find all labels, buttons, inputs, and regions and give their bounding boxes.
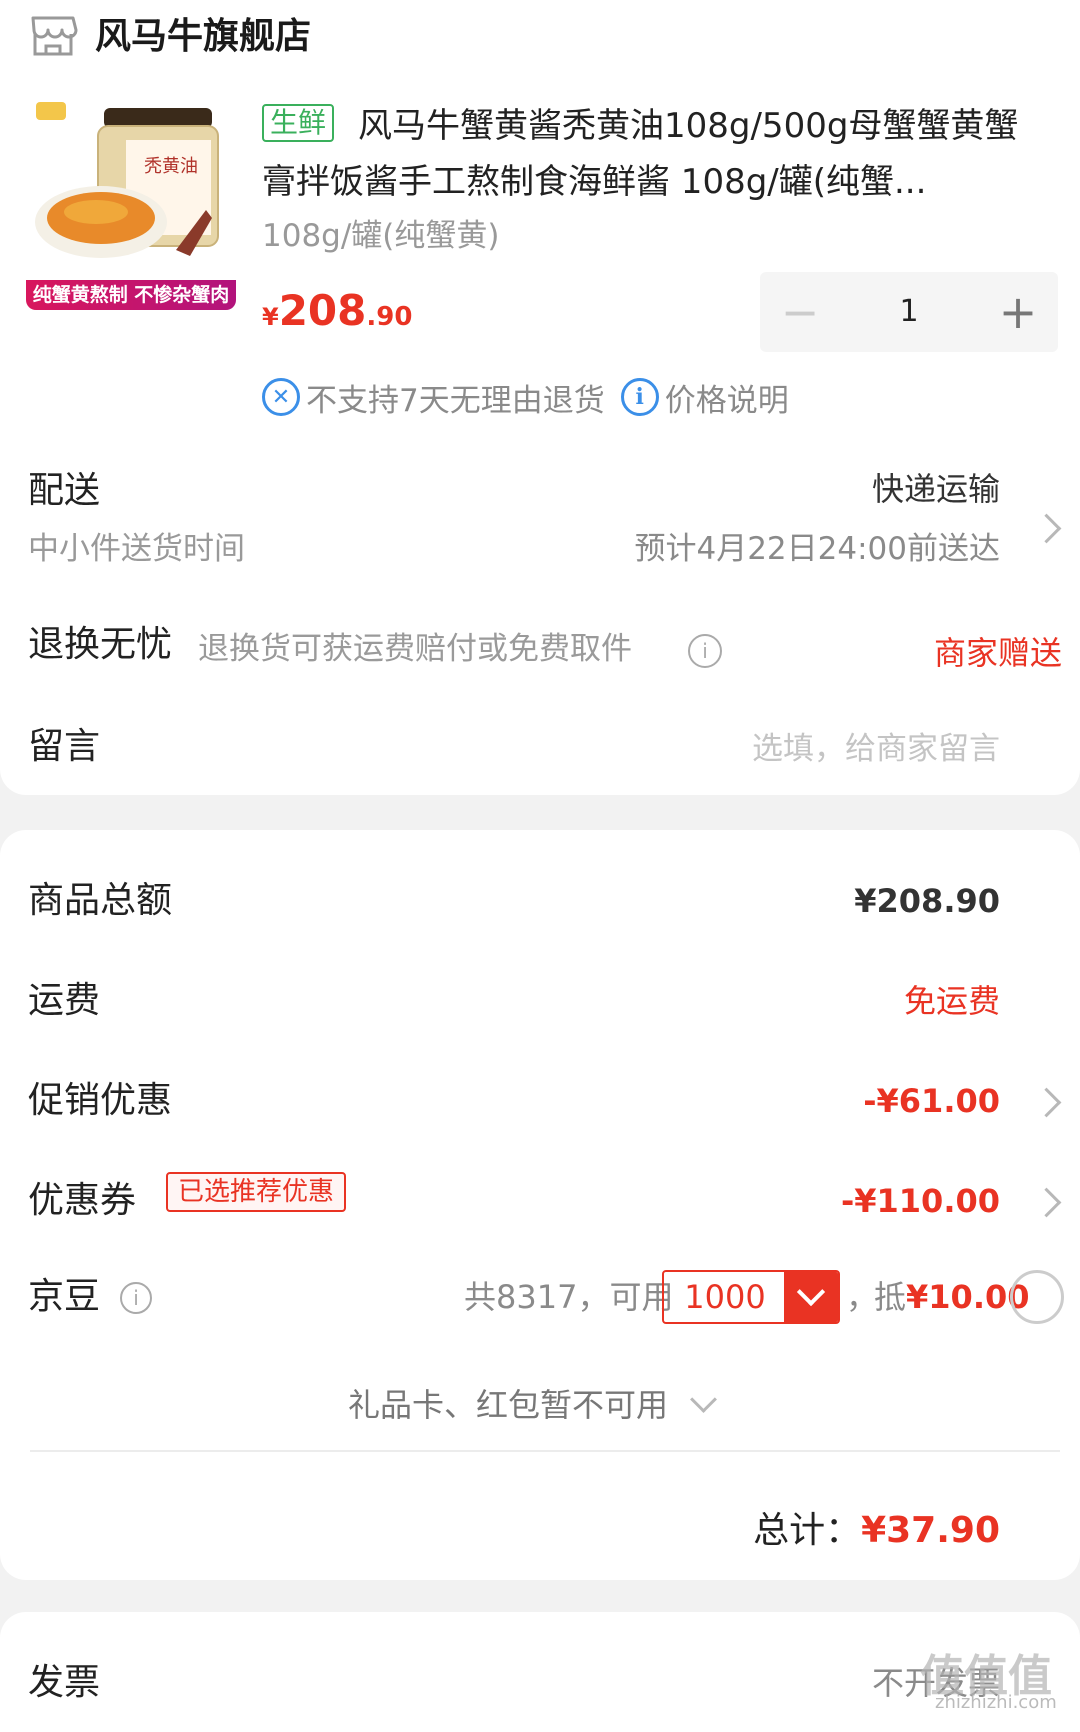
total-value: ¥37.90 (861, 1510, 1000, 1551)
delivery-chevron-icon[interactable] (1031, 513, 1062, 544)
returns-desc: 退换货可获运费赔付或免费取件 (198, 631, 632, 667)
price-decimal: .90 (366, 302, 413, 332)
price-integer: 208 (278, 286, 367, 335)
beans-radio[interactable] (1010, 1270, 1064, 1324)
order-card-product: 风马牛旗舰店 秃黄油 纯蟹黄熬制 不惨杂蟹肉 风马牛蟹黄酱秃黄油108g/500… (0, 0, 1080, 795)
chevron-down-icon[interactable] (784, 1272, 838, 1322)
delivery-time-label: 中小件送货时间 (28, 531, 245, 567)
beans-total: 共8317，可用 (464, 1278, 674, 1316)
price-note-link[interactable]: 价格说明 (665, 375, 789, 420)
decrease-button[interactable]: − (760, 272, 840, 352)
product-title[interactable]: 风马牛蟹黄酱秃黄油108g/500g母蟹蟹黄蟹膏拌饭酱手工熬制食海鲜酱 108g… (262, 98, 1052, 210)
product-thumbnail[interactable]: 秃黄油 纯蟹黄熬制 不惨杂蟹肉 (26, 100, 236, 310)
product-spec[interactable]: 108g/罐(纯蟹黄) (262, 212, 499, 260)
beans-deduct-prefix: 抵 (874, 1278, 907, 1316)
product-title-text: 风马牛蟹黄酱秃黄油108g/500g母蟹蟹黄蟹膏拌饭酱手工熬制食海鲜酱 108g… (262, 106, 1019, 202)
beans-select[interactable]: 1000 (662, 1270, 840, 1324)
store-icon (31, 16, 78, 56)
beans-select-value: 1000 (684, 1278, 766, 1316)
promo-value[interactable]: -¥61.00 (863, 1078, 1000, 1124)
message-input[interactable]: 选填，给商家留言 (752, 726, 1000, 772)
price-currency: ¥ (262, 303, 279, 331)
increase-button[interactable]: + (978, 272, 1058, 352)
shipping-label: 运费 (28, 980, 101, 1021)
coupon-recommended-tag: 已选推荐优惠 (166, 1172, 347, 1212)
info-icon: i (620, 378, 659, 416)
beans-info-icon[interactable]: i (120, 1282, 152, 1314)
fresh-tag: 生鲜 (262, 104, 335, 142)
message-label: 留言 (28, 726, 101, 767)
delivery-time-value[interactable]: 预计4月22日24:00前送达 (634, 526, 1000, 572)
store-name[interactable]: 风马牛旗舰店 (95, 12, 311, 62)
returns-label: 退换无忧 (28, 624, 173, 665)
product-price: ¥208.90 (262, 286, 412, 335)
invoice-label: 发票 (28, 1662, 101, 1703)
coupon-label: 优惠券 (28, 1180, 137, 1221)
divider (30, 1450, 1060, 1452)
returns-value[interactable]: 商家赠送 (934, 630, 1062, 676)
shipping-value: 免运费 (903, 982, 1000, 1020)
no-return-text[interactable]: 不支持7天无理由退货 (306, 375, 605, 420)
jar-label: 秃黄油 (144, 156, 198, 177)
beans-deduct: 抵¥10.00 (874, 1274, 1030, 1320)
delivery-label: 配送 (28, 470, 101, 511)
watermark-url: zhizhizhi.com (935, 1692, 1057, 1713)
returns-info-icon[interactable]: i (688, 634, 722, 668)
product-image-banner: 纯蟹黄熬制 不惨杂蟹肉 (26, 280, 236, 310)
delivery-method[interactable]: 快递运输 (872, 466, 1000, 512)
quantity-stepper: − 1 + (760, 272, 1058, 352)
policy-row: ✕ 不支持7天无理由退货 i 价格说明 (262, 372, 789, 422)
beans-label: 京豆 (28, 1276, 101, 1317)
goods-total-label: 商品总额 (28, 880, 173, 921)
no-return-icon: ✕ (262, 378, 300, 416)
goods-total-value: ¥208.90 (854, 882, 1000, 920)
order-total: 总计：¥37.90 (753, 1506, 1000, 1556)
product-jar-illustration: 秃黄油 (35, 102, 219, 258)
total-label: 总计： (753, 1510, 862, 1551)
giftcard-toggle[interactable]: 礼品卡、红包暂不可用 (348, 1382, 668, 1428)
coupon-value[interactable]: -¥110.00 (841, 1178, 1000, 1224)
promo-label: 促销优惠 (28, 1080, 173, 1121)
quantity-value[interactable]: 1 (840, 272, 978, 352)
